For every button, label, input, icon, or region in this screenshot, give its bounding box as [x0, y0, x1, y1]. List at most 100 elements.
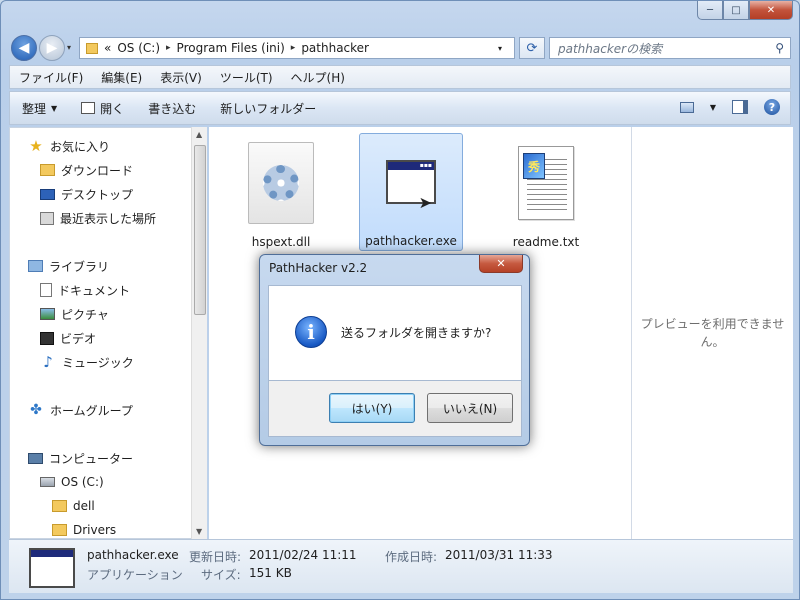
menu-file[interactable]: ファイル(F) — [10, 69, 92, 86]
app-window-icon — [29, 548, 75, 588]
caption-buttons: ─ □ ✕ — [697, 1, 793, 20]
history-dropdown-icon[interactable]: ▾ — [67, 43, 71, 52]
sidebar-item-favorites[interactable]: ★ お気に入り — [28, 136, 110, 156]
detail-size-label: サイズ: — [201, 568, 241, 582]
sidebar-item-music[interactable]: ♪ ミュージック — [40, 352, 134, 372]
sidebar-item-computer[interactable]: コンピューター — [28, 448, 133, 468]
document-icon — [40, 283, 52, 297]
sidebar-scrollbar[interactable]: ▲ ▼ — [191, 127, 207, 539]
burn-label: 書き込む — [148, 101, 197, 116]
downloads-folder-icon — [40, 164, 55, 176]
sidebar-item-libraries[interactable]: ライブラリ — [28, 256, 109, 276]
crumb-separator-icon[interactable]: ▸ — [291, 43, 296, 53]
scroll-up-icon[interactable]: ▲ — [196, 130, 202, 139]
sidebar-item-label: 最近表示した場所 — [60, 211, 157, 226]
maximize-button[interactable]: □ — [723, 1, 749, 20]
sidebar-item-label: ドキュメント — [58, 283, 131, 298]
file-name: hspext.dll — [251, 235, 311, 249]
view-dropdown-icon[interactable]: ▼ — [710, 103, 716, 112]
file-item-pathhacker-exe[interactable]: ➤ pathhacker.exe — [359, 133, 463, 251]
details-pane: pathhacker.exe 更新日時: 2011/02/24 11:11 作成… — [9, 539, 793, 593]
search-input[interactable]: pathhackerの検索 ⚲ — [549, 37, 791, 59]
burn-button[interactable]: 書き込む — [136, 100, 208, 117]
sidebar-item-documents[interactable]: ドキュメント — [40, 280, 130, 300]
crumb-program-files[interactable]: Program Files (ini) — [177, 41, 285, 55]
sidebar-item-recent[interactable]: 最近表示した場所 — [40, 208, 156, 228]
address-chevron[interactable]: « — [104, 41, 111, 55]
detail-modified-label: 更新日時: — [189, 550, 242, 564]
address-bar[interactable]: « OS (C:) ▸ Program Files (ini) ▸ pathha… — [79, 37, 515, 59]
menu-view[interactable]: 表示(V) — [151, 69, 211, 86]
sidebar-item-label: ダウンロード — [61, 163, 134, 178]
search-icon[interactable]: ⚲ — [775, 41, 784, 55]
app-window-icon: ➤ — [363, 134, 459, 230]
scroll-down-icon[interactable]: ▼ — [196, 527, 202, 536]
menu-tools[interactable]: ツール(T) — [211, 69, 282, 86]
file-item-hspext-dll[interactable]: hspext.dll — [229, 135, 333, 253]
help-icon[interactable]: ? — [764, 99, 780, 115]
sidebar-item-downloads[interactable]: ダウンロード — [40, 160, 133, 180]
sidebar-item-desktop[interactable]: デスクトップ — [40, 184, 133, 204]
dialog-title: PathHacker v2.2 — [269, 261, 368, 275]
music-icon: ♪ — [43, 353, 53, 371]
chevron-down-icon: ▼ — [51, 103, 58, 113]
recent-places-icon — [40, 211, 54, 225]
star-icon: ★ — [29, 137, 43, 155]
detail-modified-value: 2011/02/24 11:11 — [249, 548, 357, 562]
address-dropdown-icon[interactable]: ▾ — [498, 44, 502, 53]
scrollbar-thumb[interactable] — [194, 145, 206, 315]
back-button[interactable]: ◀ — [11, 35, 37, 61]
cursor-icon: ➤ — [418, 193, 432, 212]
folder-icon — [52, 524, 67, 536]
new-folder-button[interactable]: 新しいフォルダー — [208, 100, 328, 117]
menu-help[interactable]: ヘルプ(H) — [282, 69, 354, 86]
dialog-footer: はい(Y) いいえ(N) — [268, 381, 522, 437]
sidebar-item-label: ホームグループ — [50, 403, 133, 418]
crumb-os-c[interactable]: OS (C:) — [117, 41, 160, 55]
organize-label: 整理 — [22, 101, 47, 116]
preview-unavailable-text: プレビューを利用できません。 — [640, 317, 785, 349]
navigation-pane: ★ お気に入り ダウンロード デスクトップ 最近表示した場所 ライブラリ ドキュメ… — [9, 127, 207, 539]
detail-size-value: 151 KB — [249, 566, 292, 580]
dll-gear-icon — [233, 135, 329, 231]
command-bar: 整理 ▼ 開く 書き込む 新しいフォルダー ▼ ? — [9, 91, 791, 125]
sidebar-item-homegroup[interactable]: ✤ ホームグループ — [28, 400, 133, 420]
sidebar-item-label: お気に入り — [50, 139, 111, 154]
yes-button[interactable]: はい(Y) — [329, 393, 415, 423]
sidebar-item-videos[interactable]: ビデオ — [40, 328, 96, 348]
sidebar-item-label: Drivers — [73, 523, 117, 537]
forward-button[interactable]: ▶ — [39, 35, 65, 61]
file-item-readme-txt[interactable]: 秀 readme.txt — [494, 135, 598, 253]
detail-created-label: 作成日時: — [385, 550, 438, 564]
crumb-separator-icon[interactable]: ▸ — [166, 43, 171, 53]
dialog-message: 送るフォルダを開きますか? — [341, 326, 492, 340]
computer-icon — [28, 452, 43, 464]
close-button[interactable]: ✕ — [749, 1, 793, 20]
minimize-button[interactable]: ─ — [697, 1, 723, 20]
preview-pane-icon[interactable] — [732, 100, 748, 114]
menu-edit[interactable]: 編集(E) — [92, 69, 151, 86]
file-name: readme.txt — [512, 235, 580, 249]
refresh-button[interactable]: ⟳ — [519, 37, 545, 59]
sidebar-item-drivers[interactable]: Drivers — [52, 520, 117, 538]
dialog-close-button[interactable]: ✕ — [479, 255, 523, 273]
sidebar-item-label: OS (C:) — [61, 475, 104, 489]
sidebar-item-dell[interactable]: dell — [52, 496, 95, 516]
sidebar-item-drive-c[interactable]: OS (C:) — [40, 472, 104, 492]
sidebar-item-label: デスクトップ — [61, 187, 134, 202]
open-button[interactable]: 開く — [69, 100, 136, 117]
crumb-pathhacker[interactable]: pathhacker — [301, 41, 369, 55]
sidebar-item-label: ビデオ — [60, 331, 97, 346]
open-icon — [81, 102, 96, 114]
sidebar-item-label: ピクチャ — [61, 307, 109, 322]
sidebar-item-label: ライブラリ — [49, 259, 110, 274]
change-view-icon[interactable] — [679, 101, 694, 113]
sidebar-item-pictures[interactable]: ピクチャ — [40, 304, 109, 324]
organize-button[interactable]: 整理 ▼ — [10, 100, 69, 117]
no-button[interactable]: いいえ(N) — [427, 393, 513, 423]
sidebar-item-label: ミュージック — [62, 355, 134, 370]
message-dialog: PathHacker v2.2 ✕ i 送るフォルダを開きますか? はい(Y) … — [259, 254, 530, 446]
file-name: pathhacker.exe — [365, 234, 457, 248]
search-placeholder: pathhackerの検索 — [558, 41, 663, 56]
desktop-icon — [40, 188, 55, 200]
